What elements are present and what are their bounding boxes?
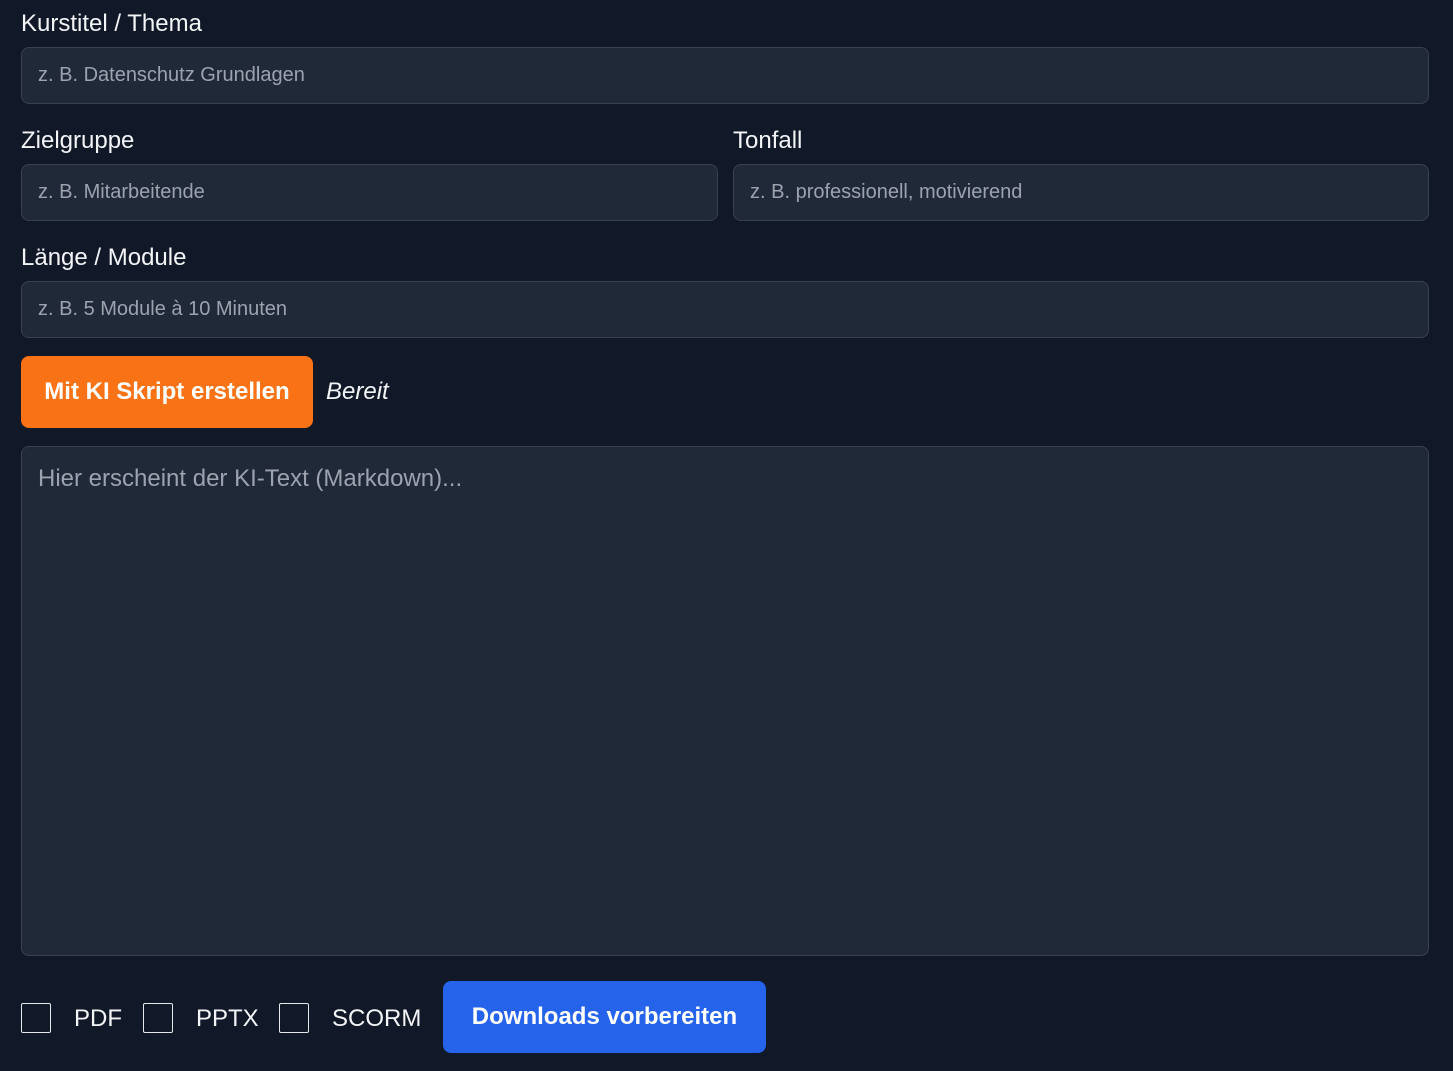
- scorm-checkbox-label: SCORM: [332, 1005, 422, 1032]
- course-title-input[interactable]: [21, 47, 1429, 104]
- output-textarea[interactable]: [21, 446, 1429, 956]
- generate-script-button[interactable]: Mit KI Skript erstellen: [21, 356, 313, 428]
- pdf-checkbox-label: PDF: [74, 1005, 122, 1032]
- audience-label: Zielgruppe: [21, 127, 135, 154]
- pptx-checkbox-label: PPTX: [196, 1005, 259, 1032]
- course-script-form: Kurstitel / Thema Zielgruppe Tonfall Län…: [0, 0, 1453, 1071]
- tone-input[interactable]: [733, 164, 1429, 221]
- scorm-checkbox[interactable]: [279, 1003, 309, 1033]
- pdf-checkbox[interactable]: [21, 1003, 51, 1033]
- pptx-checkbox[interactable]: [143, 1003, 173, 1033]
- tone-label: Tonfall: [733, 127, 803, 154]
- status-text: Bereit: [326, 378, 389, 405]
- prepare-downloads-button[interactable]: Downloads vorbereiten: [443, 981, 766, 1053]
- audience-input[interactable]: [21, 164, 718, 221]
- length-label: Länge / Module: [21, 244, 187, 271]
- length-input[interactable]: [21, 281, 1429, 338]
- course-title-label: Kurstitel / Thema: [21, 10, 202, 37]
